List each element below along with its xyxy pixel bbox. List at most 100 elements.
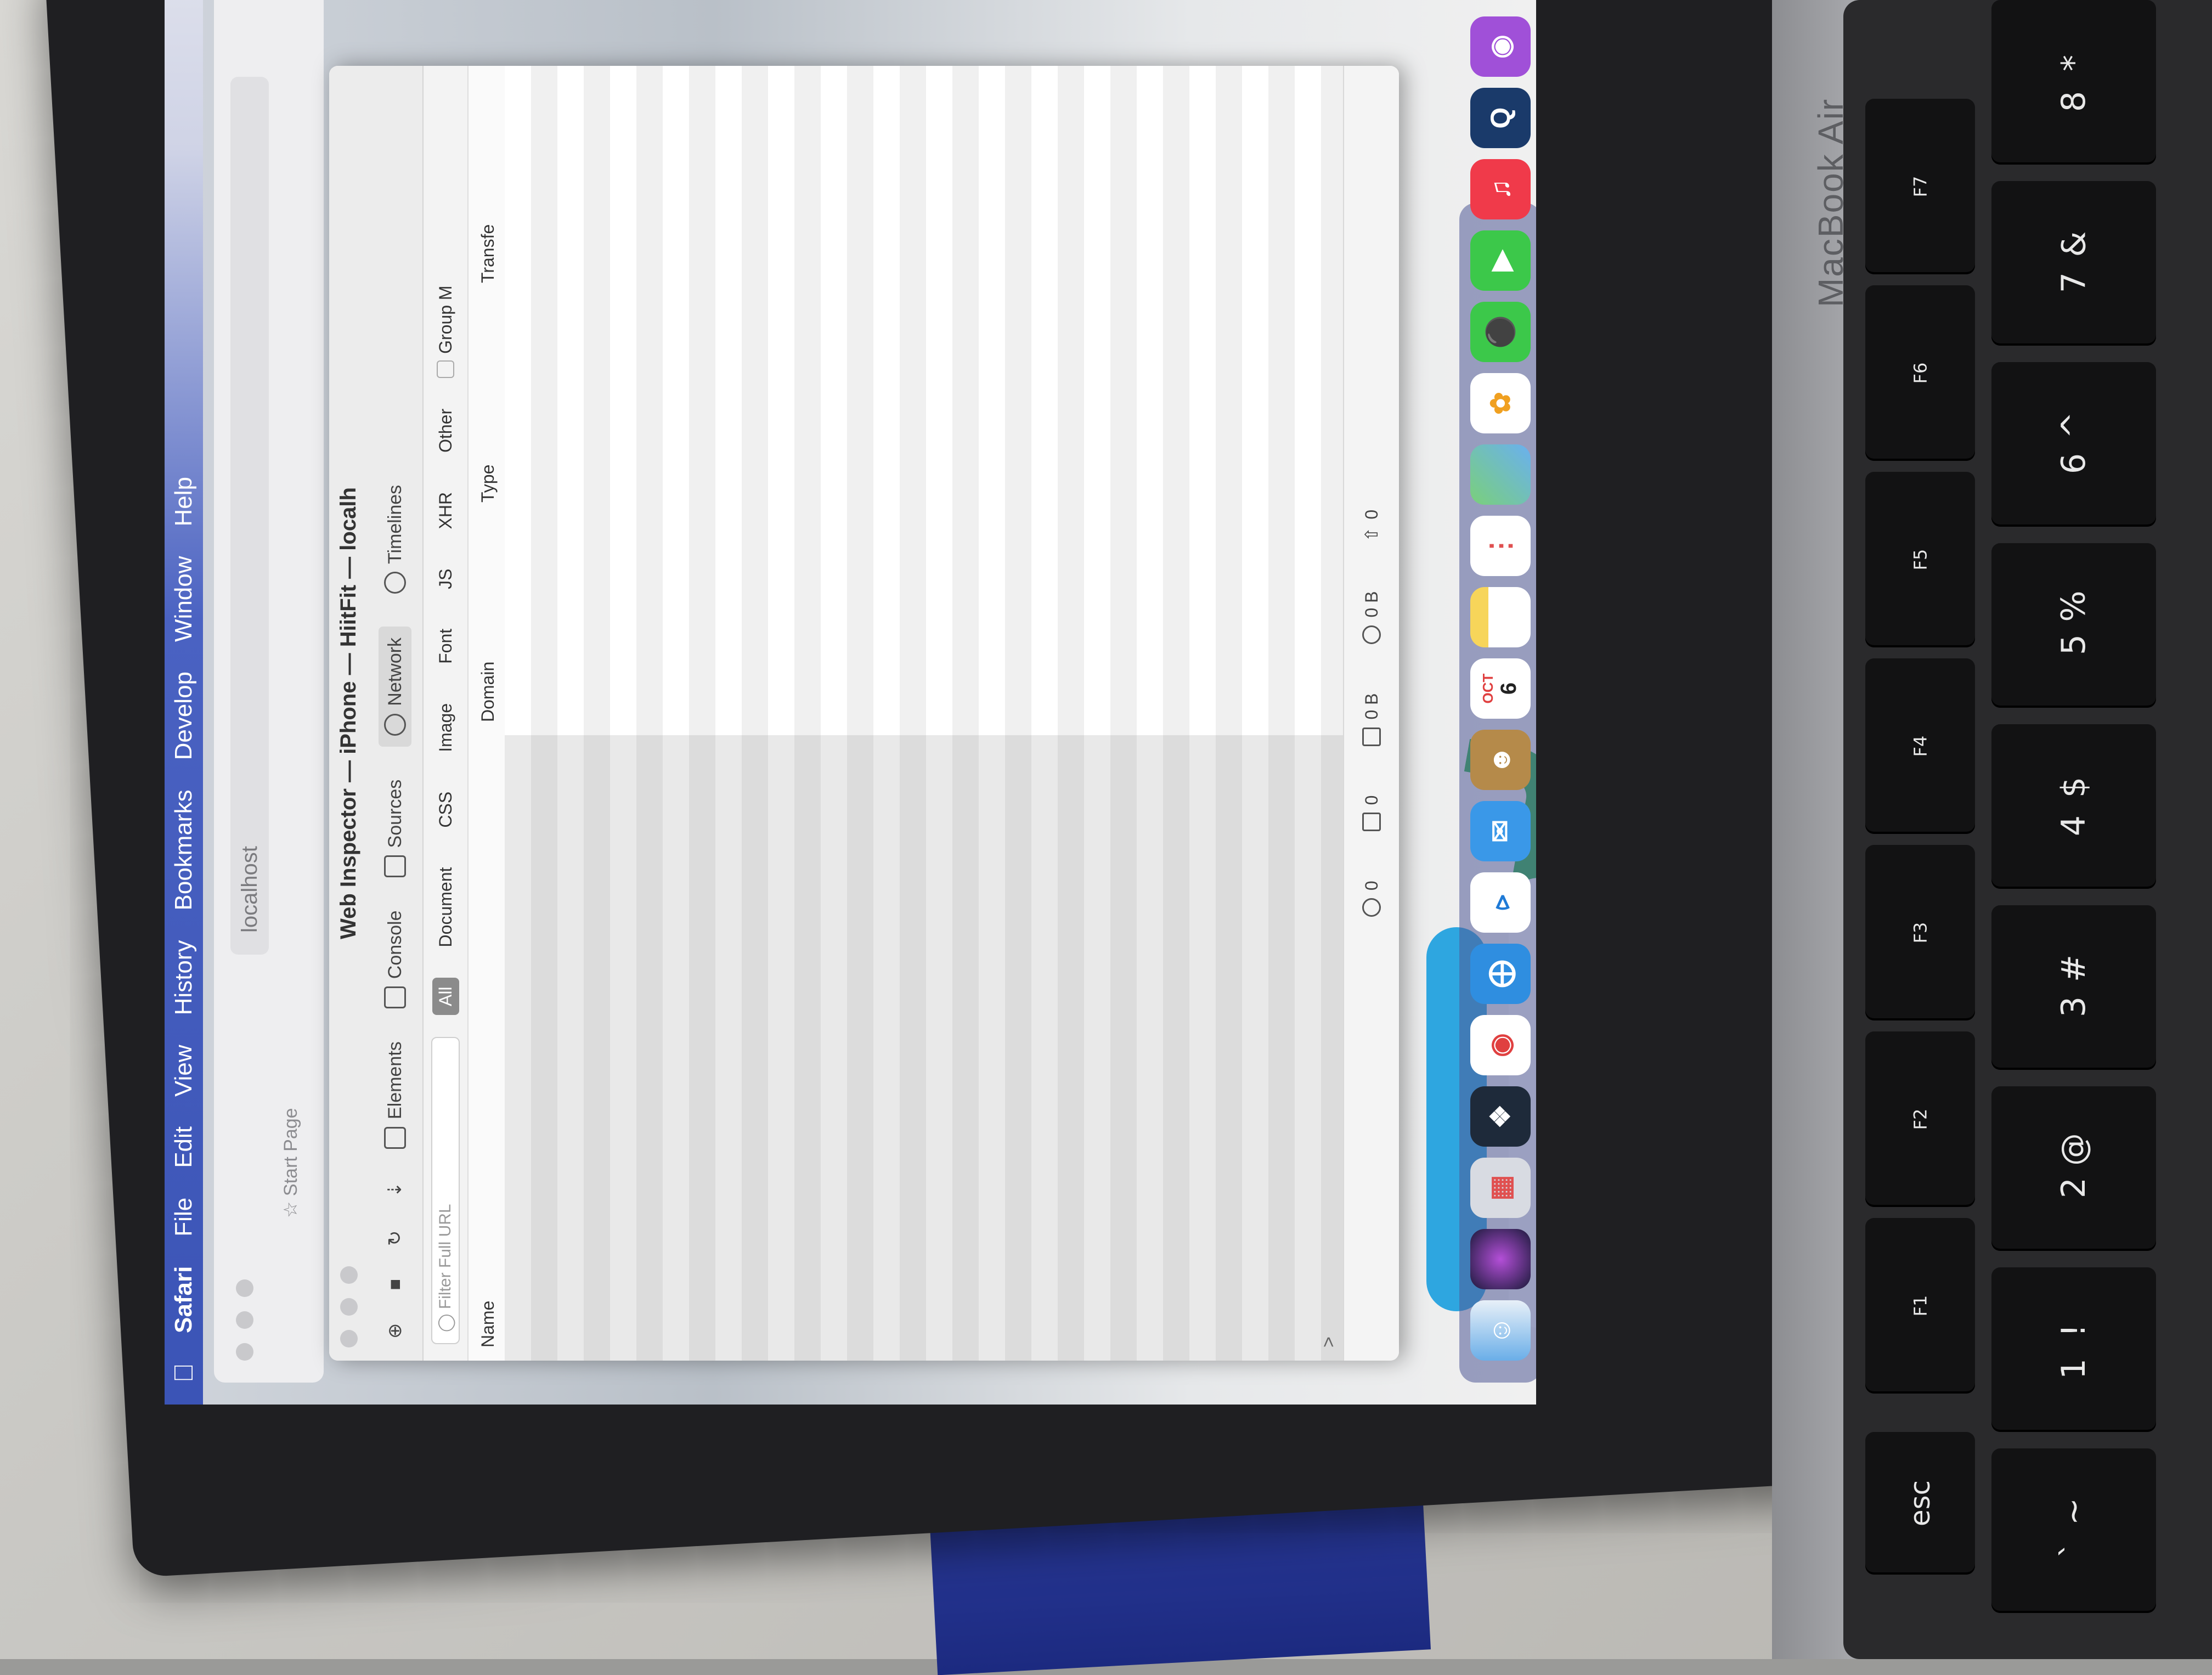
minimize-button[interactable]: [236, 1311, 253, 1329]
maps-icon[interactable]: [1470, 444, 1531, 505]
contacts-icon[interactable]: ☻: [1470, 730, 1531, 790]
key-3[interactable]: #3: [1991, 905, 2156, 1070]
tab-console[interactable]: Console: [384, 910, 406, 1009]
launchpad-icon[interactable]: ▦: [1470, 1158, 1531, 1218]
menu-edit[interactable]: Edit: [170, 1126, 198, 1168]
type-filter-image[interactable]: Image: [432, 695, 459, 761]
key-2[interactable]: @2: [1991, 1086, 2156, 1251]
music-icon[interactable]: ♫: [1470, 159, 1531, 219]
type-filter-js[interactable]: JS: [432, 560, 459, 597]
transfer-icon: [1362, 625, 1381, 644]
type-filter-other[interactable]: Other: [432, 400, 459, 461]
safari-window: localhost ☆ Start Page: [214, 0, 324, 1383]
calendar-icon[interactable]: OCT 6: [1470, 658, 1531, 719]
key-8[interactable]: * 8: [1991, 0, 2156, 165]
chrome-icon[interactable]: ◉: [1470, 1015, 1531, 1075]
close-button[interactable]: [236, 1343, 253, 1361]
finder-icon[interactable]: ☺: [1470, 1300, 1531, 1361]
facetime-icon[interactable]: ▶: [1470, 230, 1531, 291]
inspector-zoom-button[interactable]: [340, 1266, 358, 1284]
filter-url-input[interactable]: ◯ Filter Full URL: [431, 1037, 460, 1344]
menu-bar:  Safari File Edit View History Bookmark…: [165, 0, 203, 1405]
menu-bookmarks[interactable]: Bookmarks: [170, 789, 198, 910]
inspector-minimize-button[interactable]: [340, 1298, 358, 1316]
dock: ☺ ▦ ❖ ◉ ⨁ ⪧ ✉ ☻ OCT 6 ⋮ ✿ ⚫ ▶ ♫ Q ◉: [1459, 16, 1536, 1383]
column-domain[interactable]: Domain: [478, 516, 498, 735]
uploaded-stat: ⇧ 0: [1361, 510, 1382, 542]
menu-window[interactable]: Window: [170, 556, 198, 642]
network-filter-row: ◯ Filter Full URL All Document CSS Image…: [424, 66, 469, 1361]
key-f3[interactable]: F3: [1865, 845, 1975, 1020]
siri-icon[interactable]: [1470, 1229, 1531, 1289]
sources-icon: [384, 855, 406, 878]
target-icon[interactable]: ⊕: [384, 1323, 406, 1339]
key-7[interactable]: & 7: [1991, 181, 2156, 346]
type-filter-css[interactable]: CSS: [432, 783, 459, 837]
web-inspector-window: Web Inspector — iPhone — HiitFit — local…: [329, 66, 1399, 1361]
tab-network-label: Network: [384, 638, 405, 706]
quicktime-icon[interactable]: Q: [1470, 88, 1531, 148]
type-filter-all[interactable]: All: [432, 978, 459, 1015]
safari-icon[interactable]: ⨁: [1470, 944, 1531, 1004]
name-column-body: [505, 735, 1344, 1361]
key-1[interactable]: ! 1: [1991, 1267, 2156, 1432]
podcasts-icon[interactable]: ◉: [1470, 16, 1531, 77]
group-checkbox[interactable]: Group M: [436, 285, 456, 378]
menu-history[interactable]: History: [170, 940, 198, 1015]
key-f5[interactable]: F5: [1865, 472, 1975, 647]
document-icon: [1362, 813, 1381, 832]
key-f1[interactable]: F1: [1865, 1218, 1975, 1394]
checkbox-icon: [437, 360, 454, 378]
key-4[interactable]: $4: [1991, 724, 2156, 889]
laptop-screen:  Safari File Edit View History Bookmark…: [165, 0, 1536, 1405]
notes-icon[interactable]: [1470, 587, 1531, 647]
key-6[interactable]: ^ 6: [1991, 362, 2156, 527]
column-transferred[interactable]: Transfe: [478, 77, 498, 296]
inspector-close-button[interactable]: [340, 1330, 358, 1347]
download-icon[interactable]: ⇣: [384, 1182, 406, 1198]
type-filter-font[interactable]: Font: [432, 620, 459, 673]
type-filter-document[interactable]: Document: [432, 859, 459, 956]
menu-app-name[interactable]: Safari: [170, 1266, 198, 1333]
photos-icon[interactable]: ✿: [1470, 373, 1531, 433]
elements-icon: [384, 1126, 406, 1149]
tab-network[interactable]: Network: [379, 627, 411, 747]
tab-sources[interactable]: Sources: [384, 780, 406, 878]
key-backtick[interactable]: ~ `: [1991, 1448, 2156, 1613]
uploaded-value: 0: [1361, 509, 1381, 520]
reminders-icon[interactable]: ⋮: [1470, 516, 1531, 576]
address-bar[interactable]: localhost: [230, 77, 269, 955]
requests-count: 0: [1361, 881, 1381, 891]
key-f7[interactable]: F7: [1865, 99, 1975, 274]
messages-icon[interactable]: ⚫: [1470, 302, 1531, 362]
key-f2[interactable]: F2: [1865, 1031, 1975, 1207]
key-f4[interactable]: F4: [1865, 658, 1975, 834]
tab-elements[interactable]: Elements: [384, 1041, 406, 1149]
key-esc[interactable]: esc: [1865, 1432, 1975, 1575]
type-filter-xhr[interactable]: XHR: [432, 483, 459, 538]
start-page-link[interactable]: Start Page: [280, 1108, 301, 1196]
calendar-month: OCT: [1480, 673, 1496, 704]
davinci-icon[interactable]: ❖: [1470, 1086, 1531, 1147]
inspector-toolbar: ⊕ ■ ↻ ⇣ Elements Console Sources Network: [368, 66, 424, 1361]
inspector-titlebar: Web Inspector — iPhone — HiitFit — local…: [329, 66, 368, 1361]
stop-icon[interactable]: ■: [385, 1279, 406, 1290]
size-value: 0 B: [1361, 693, 1381, 720]
console-prompt[interactable]: >: [1318, 1336, 1340, 1347]
menu-file[interactable]: File: [170, 1198, 198, 1237]
column-name[interactable]: Name: [478, 735, 498, 1361]
menu-help[interactable]: Help: [170, 477, 198, 527]
key-5[interactable]: % 5: [1991, 543, 2156, 708]
zoom-button[interactable]: [236, 1279, 253, 1297]
key-f6[interactable]: F6: [1865, 285, 1975, 461]
resources-stat: 0: [1362, 796, 1382, 832]
vscode-icon[interactable]: ⪧: [1470, 872, 1531, 933]
apple-menu-icon[interactable]: : [169, 1363, 199, 1383]
menu-view[interactable]: View: [170, 1045, 198, 1097]
menu-develop[interactable]: Develop: [170, 672, 198, 760]
tab-timelines[interactable]: Timelines: [384, 485, 406, 594]
reload-icon[interactable]: ↻: [384, 1230, 406, 1246]
column-type[interactable]: Type: [478, 296, 498, 516]
globe-icon: [1362, 898, 1381, 917]
mail-icon[interactable]: ✉: [1470, 801, 1531, 861]
